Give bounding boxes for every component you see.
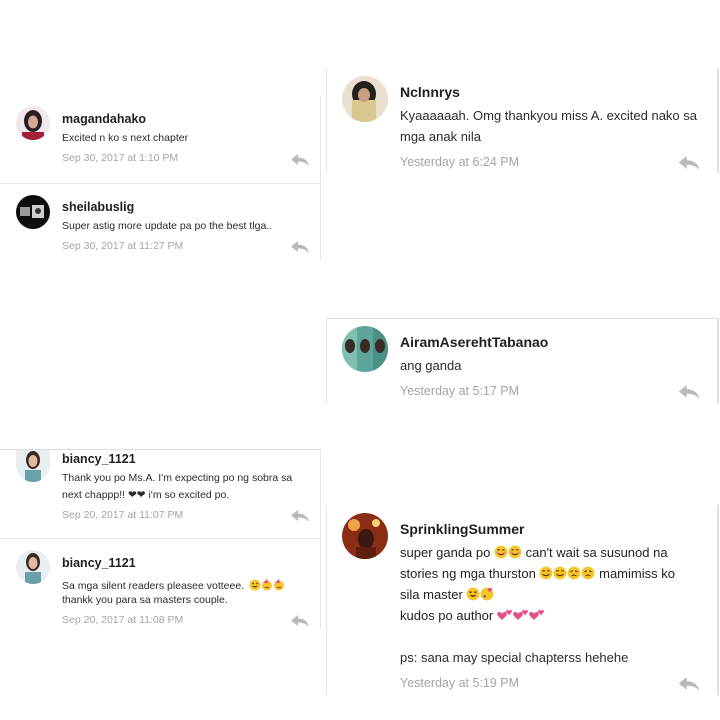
avatar[interactable]	[342, 513, 388, 559]
comment-timestamp: Sep 20, 2017 at 11:07 PM	[62, 509, 184, 521]
comment-timestamp: Yesterday at 5:17 PM	[400, 384, 520, 398]
smiling-emoji-icon	[554, 566, 567, 580]
avatar[interactable]	[16, 106, 50, 140]
party-emoji-icon	[273, 579, 284, 591]
kiss-emoji-icon	[481, 587, 494, 601]
two-hearts-icon	[497, 609, 512, 620]
comment-timestamp: Sep 30, 2017 at 11:27 PM	[62, 240, 184, 252]
avatar[interactable]	[16, 550, 50, 584]
comment-panel-right-2	[326, 318, 719, 404]
smiling-emoji-icon	[540, 566, 553, 580]
comment-timestamp: Sep 20, 2017 at 11:08 PM	[62, 614, 184, 626]
comment-text: stories ng mga thurston	[400, 566, 536, 581]
comment-text: thankk you para sa masters couple.	[62, 594, 228, 606]
comment-text: mamimiss ko	[599, 566, 675, 581]
comment-divider	[0, 183, 320, 184]
username[interactable]: AiramAserehtTabanao	[400, 334, 548, 350]
grinning-emoji-icon	[467, 587, 480, 601]
reply-icon[interactable]	[290, 153, 310, 167]
smiling-emoji-icon	[494, 545, 508, 559]
comment-text: Thank you po Ms.A. I'm expecting po ng s…	[62, 472, 293, 484]
grinning-emoji-icon	[249, 579, 261, 591]
comment-text: ang ganda	[400, 358, 462, 373]
username[interactable]: sheilabuslig	[62, 200, 134, 214]
comment-text: super ganda po	[400, 545, 491, 560]
reply-icon[interactable]	[677, 676, 701, 692]
comment-text: can't wait sa susunod na	[525, 545, 668, 560]
two-hearts-icon	[513, 609, 528, 620]
reply-icon[interactable]	[677, 384, 701, 400]
two-hearts-icon	[529, 609, 544, 620]
tearful-emoji-icon	[582, 566, 595, 580]
reply-icon[interactable]	[290, 614, 310, 628]
comment-text: next chappp!! ❤❤ i'm so excited po.	[62, 489, 230, 501]
reply-icon[interactable]	[677, 155, 701, 171]
comment-text: kudos po author	[400, 608, 494, 623]
comment-text: Super astig more update pa po the best t…	[62, 220, 273, 232]
reply-icon[interactable]	[290, 509, 310, 523]
username[interactable]: Nclnnrys	[400, 84, 460, 100]
username[interactable]: biancy_1121	[62, 452, 136, 466]
comment-text: Sa mga silent readers pleasee votteee.	[62, 580, 245, 592]
comment-timestamp: Sep 30, 2017 at 1:10 PM	[62, 152, 179, 164]
comment-line: kudos po author	[400, 608, 545, 623]
comment-timestamp: Yesterday at 5:19 PM	[400, 676, 520, 690]
avatar[interactable]	[342, 76, 388, 122]
comment-text: mga anak nila	[400, 129, 481, 144]
comment-text: Excited n ko s next chapter	[62, 132, 189, 144]
reply-icon[interactable]	[290, 240, 310, 254]
comment-line: stories ng mga thurston mamimiss ko	[400, 566, 675, 581]
comment-line: super ganda po can't wait sa susunod na	[400, 545, 668, 560]
username[interactable]: magandahako	[62, 112, 146, 126]
avatar[interactable]	[16, 195, 50, 229]
comment-text: sila master	[400, 587, 463, 602]
tearful-emoji-icon	[568, 566, 581, 580]
comment-text: Kyaaaaaah. Omg thankyou miss A. excited …	[400, 108, 698, 123]
username[interactable]: SprinklingSummer	[400, 521, 524, 537]
comment-divider	[0, 538, 320, 539]
comment-line: Sa mga silent readers pleasee votteee.	[62, 576, 285, 594]
party-emoji-icon	[261, 579, 272, 591]
comment-line: sila master	[400, 587, 494, 602]
smiling-emoji-icon	[508, 545, 522, 559]
panel-top-border	[326, 318, 718, 319]
comment-text: ps: sana may special chapterss hehehe	[400, 650, 629, 665]
username[interactable]: biancy_1121	[62, 556, 136, 570]
avatar[interactable]	[342, 326, 388, 372]
comment-timestamp: Yesterday at 6:24 PM	[400, 155, 520, 169]
